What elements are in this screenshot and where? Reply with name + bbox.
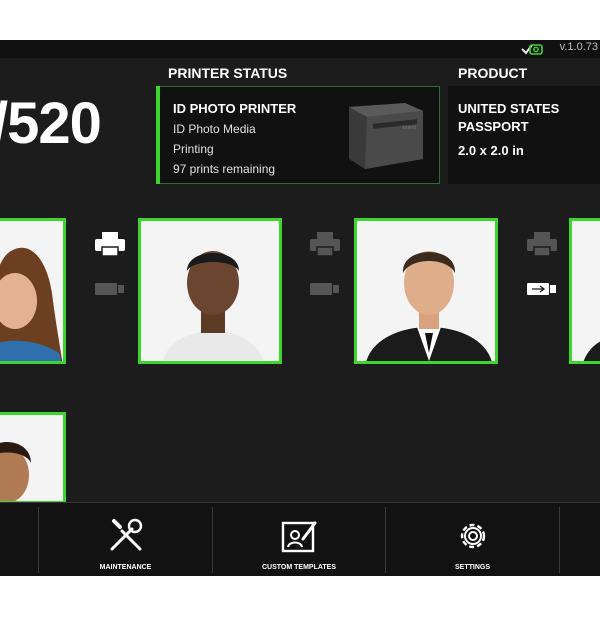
gear-icon: [460, 523, 485, 549]
printer-icon-inactive[interactable]: [309, 231, 341, 257]
bottom-nav: MAINTENANCE CUSTOM TEMPLATES SETTINGS: [0, 502, 600, 576]
template-edit-icon: [281, 521, 317, 553]
product-size: 2.0 x 2.0 in: [458, 143, 524, 158]
svg-text:brand: brand: [403, 125, 416, 131]
maintenance-label: MAINTENANCE: [99, 564, 152, 571]
status-accent-bar: [156, 86, 160, 184]
printer-media: ID Photo Media: [173, 122, 256, 136]
photo-boy[interactable]: [0, 412, 66, 504]
photo-man-1[interactable]: [138, 218, 282, 364]
maintenance-button[interactable]: MAINTENANCE: [39, 503, 212, 576]
connection-check-icon: [521, 44, 543, 55]
photo-right-partial[interactable]: [569, 218, 600, 364]
usb-icon-active: [527, 283, 556, 295]
product-title: PRODUCT: [458, 65, 528, 81]
product-card[interactable]: UNITED STATES PASSPORT 2.0 x 2.0 in: [448, 86, 600, 184]
printer-status-card[interactable]: ID PHOTO PRINTER ID Photo Media Printing…: [156, 86, 440, 184]
settings-label: SETTINGS: [454, 564, 490, 571]
product-line1: UNITED STATES: [458, 101, 560, 116]
printer-name: ID PHOTO PRINTER: [173, 101, 297, 116]
usb-icon: [95, 283, 124, 295]
photo-woman-left[interactable]: [0, 218, 66, 364]
portrait-partial-image: [572, 221, 600, 361]
wrench-screwdriver-icon: [110, 518, 142, 551]
product-line2: PASSPORT: [458, 119, 529, 134]
custom-templates-button[interactable]: CUSTOM TEMPLATES: [213, 503, 385, 576]
settings-button[interactable]: SETTINGS: [386, 503, 559, 576]
photo-man-2[interactable]: [354, 218, 498, 364]
printer-state: Printing: [173, 142, 214, 156]
printer-icon-inactive[interactable]: [526, 231, 558, 257]
portrait-boy-image: [0, 415, 63, 501]
printer-image: brand: [349, 103, 423, 169]
prints-remaining: 97 prints remaining: [173, 162, 276, 176]
portrait-woman-image: [0, 221, 63, 361]
printer-icon[interactable]: [94, 231, 126, 257]
version-label: v.1.0.73: [559, 41, 598, 53]
top-bar: v.1.0.73: [0, 40, 600, 58]
custom-templates-label: CUSTOM TEMPLATES: [261, 564, 337, 571]
usb-icon: [310, 283, 339, 295]
printer-status-title: PRINTER STATUS: [168, 65, 288, 81]
portrait-man-2-image: [357, 221, 495, 361]
printer-model: /520: [0, 91, 102, 156]
kiosk-screen: v.1.0.73 /520 PRINTER STATUS ID PHOTO PR…: [0, 40, 600, 576]
nav-divider: [559, 507, 560, 573]
portrait-man-1-image: [141, 221, 279, 361]
